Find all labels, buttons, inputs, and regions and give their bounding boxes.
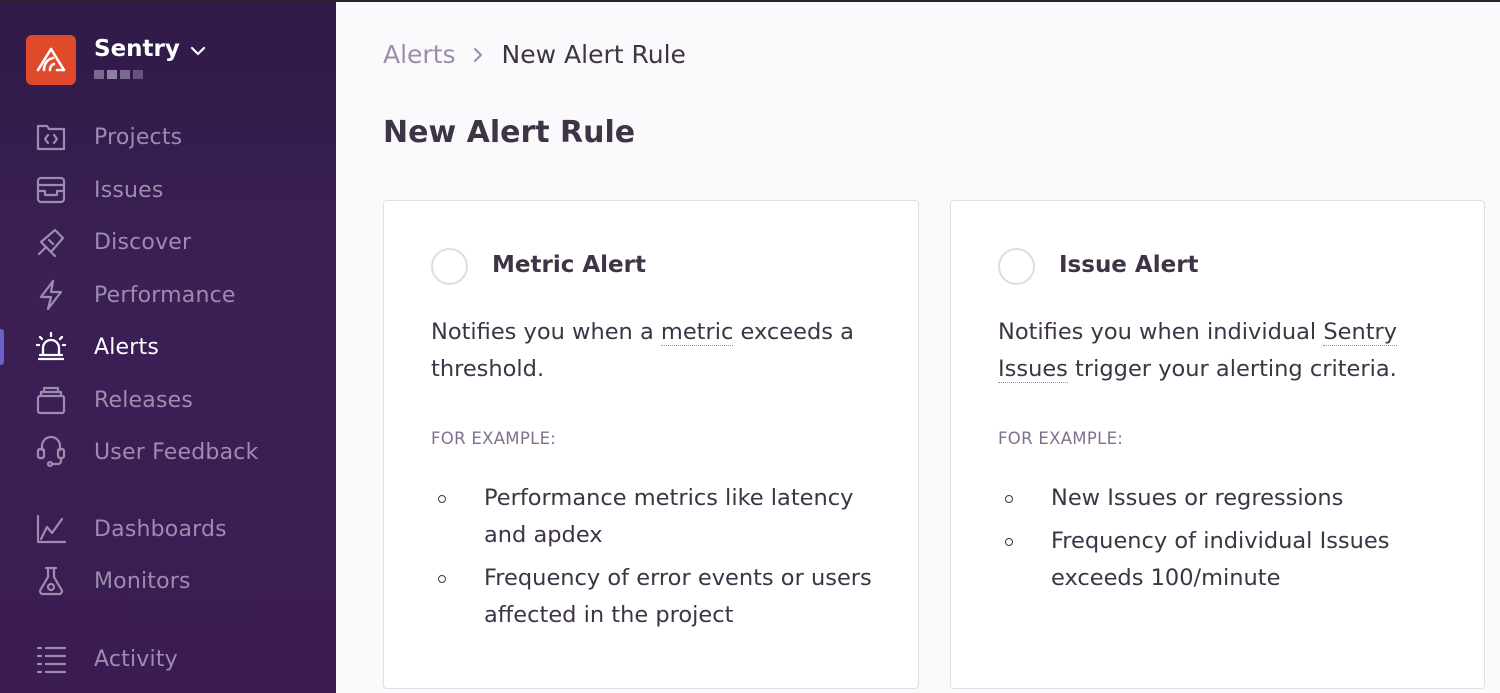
sidebar: Sentry Projects Issues Discover Performa… — [0, 2, 336, 693]
sidebar-item-label: Activity — [94, 646, 178, 672]
metric-alert-title: Metric Alert — [492, 252, 646, 278]
example-list: Performance metrics like latency and apd… — [431, 480, 891, 640]
list-item: Performance metrics like latency and apd… — [431, 480, 891, 554]
activity-icon — [33, 641, 69, 677]
bullet-icon — [438, 495, 446, 503]
issue-alert-card[interactable]: Issue Alert Notifies you when individual… — [950, 200, 1485, 689]
list-item: Frequency of individual Issues exceeds 1… — [998, 523, 1458, 597]
metric-alert-card[interactable]: Metric Alert Notifies you when a metric … — [383, 200, 919, 689]
issue-alert-description: Notifies you when individual Sentry Issu… — [998, 319, 1398, 383]
metric-tooltip-term[interactable]: metric — [660, 319, 734, 346]
sidebar-item-user-feedback[interactable]: User Feedback — [0, 430, 336, 474]
metric-alert-radio[interactable] — [431, 248, 468, 285]
chevron-right-icon — [472, 46, 484, 64]
metric-alert-description: Notifies you when a metric exceeds a thr… — [431, 319, 854, 382]
bullet-icon — [438, 575, 446, 583]
example-label: FOR EXAMPLE: — [998, 429, 1124, 448]
sidebar-item-projects[interactable]: Projects — [0, 115, 336, 159]
breadcrumb-current: New Alert Rule — [501, 40, 686, 69]
issues-icon — [33, 172, 69, 208]
sidebar-item-performance[interactable]: Performance — [0, 273, 336, 317]
sentry-logo-icon — [26, 35, 76, 85]
page-title: New Alert Rule — [383, 115, 636, 150]
list-item: Frequency of error events or users affec… — [431, 560, 891, 634]
sidebar-item-label: Projects — [94, 124, 183, 150]
sidebar-item-dashboards[interactable]: Dashboards — [0, 507, 336, 551]
user-feedback-icon — [33, 434, 69, 470]
breadcrumb: Alerts New Alert Rule — [383, 40, 686, 69]
sidebar-item-issues[interactable]: Issues — [0, 168, 336, 212]
sidebar-item-label: Monitors — [94, 568, 191, 594]
dashboards-icon — [33, 511, 69, 547]
sidebar-item-alerts[interactable]: Alerts — [0, 325, 336, 369]
chevron-down-icon — [190, 36, 206, 62]
issue-alert-radio[interactable] — [998, 248, 1035, 285]
releases-icon — [33, 382, 69, 418]
bullet-icon — [1005, 538, 1013, 546]
sidebar-item-label: Issues — [94, 177, 164, 203]
org-name: Sentry — [94, 36, 180, 62]
sidebar-item-activity[interactable]: Activity — [0, 637, 336, 681]
monitors-icon — [33, 563, 69, 599]
example-list: New Issues or regressions Frequency of i… — [998, 480, 1458, 603]
sidebar-item-label: User Feedback — [94, 439, 259, 465]
org-switcher[interactable]: Sentry — [26, 35, 206, 85]
discover-icon — [33, 224, 69, 260]
sidebar-item-label: Discover — [94, 229, 192, 255]
sidebar-item-discover[interactable]: Discover — [0, 220, 336, 264]
org-sub-label-redacted — [94, 70, 206, 79]
active-indicator — [0, 329, 4, 365]
sidebar-item-label: Performance — [94, 282, 236, 308]
sidebar-item-label: Dashboards — [94, 516, 227, 542]
alerts-icon — [33, 329, 69, 365]
projects-icon — [33, 119, 69, 155]
list-item: New Issues or regressions — [998, 480, 1458, 517]
performance-icon — [33, 277, 69, 313]
issue-alert-title: Issue Alert — [1059, 252, 1199, 278]
sidebar-item-monitors[interactable]: Monitors — [0, 559, 336, 603]
sidebar-item-releases[interactable]: Releases — [0, 378, 336, 422]
sidebar-item-label: Releases — [94, 387, 194, 413]
example-label: FOR EXAMPLE: — [431, 429, 557, 448]
breadcrumb-link-alerts[interactable]: Alerts — [383, 40, 456, 69]
sidebar-item-label: Alerts — [94, 334, 160, 360]
bullet-icon — [1005, 495, 1013, 503]
